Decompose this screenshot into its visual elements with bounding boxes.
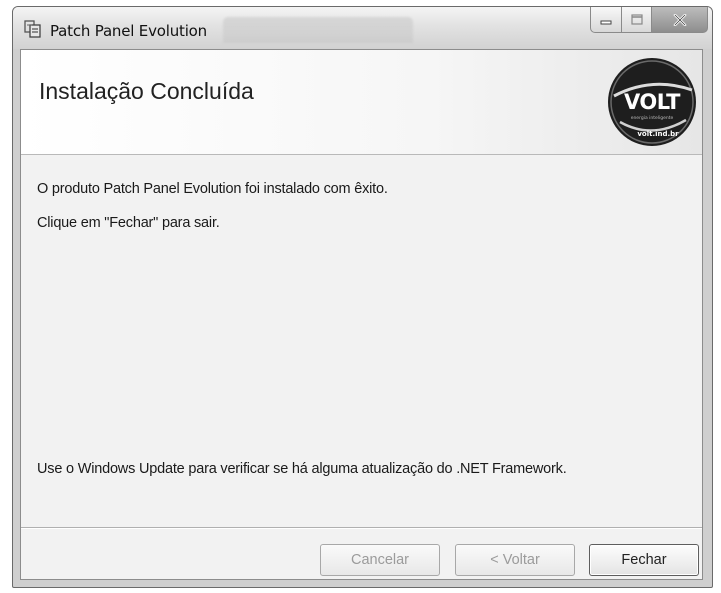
- window-controls: [590, 7, 708, 35]
- installer-app-icon: [24, 20, 41, 38]
- installer-window: Patch Panel Evolution Instalação Concluí…: [12, 6, 713, 588]
- title-bar[interactable]: Patch Panel Evolution: [13, 7, 712, 49]
- dialog-client-area: Instalação Concluída VOLT energia inteli…: [20, 49, 703, 580]
- page-title: Instalação Concluída: [39, 78, 254, 104]
- dotnet-update-note: Use o Windows Update para verificar se h…: [37, 461, 567, 477]
- volt-logo: VOLT energia inteligente volt.ind.br: [608, 58, 696, 146]
- maximize-icon: [630, 14, 643, 25]
- close-window-button[interactable]: [652, 7, 708, 33]
- close-instruction: Clique em "Fechar" para sair.: [37, 215, 220, 231]
- maximize-button[interactable]: [622, 7, 652, 33]
- back-button[interactable]: < Voltar: [455, 544, 575, 576]
- cancel-button[interactable]: Cancelar: [320, 544, 440, 576]
- logo-tagline: energia inteligente: [631, 115, 674, 121]
- header-banner: Instalação Concluída VOLT energia inteli…: [21, 50, 702, 155]
- footer-divider: [21, 527, 702, 529]
- window-title: Patch Panel Evolution: [50, 22, 207, 40]
- minimize-button[interactable]: [590, 7, 622, 33]
- success-message: O produto Patch Panel Evolution foi inst…: [37, 181, 388, 197]
- close-button[interactable]: Fechar: [589, 544, 699, 576]
- logo-url: volt.ind.br: [637, 130, 679, 138]
- logo-brand: VOLT: [624, 90, 681, 114]
- close-icon: [673, 13, 686, 26]
- minimize-icon: [600, 20, 612, 24]
- background-window-ghost: [223, 17, 413, 43]
